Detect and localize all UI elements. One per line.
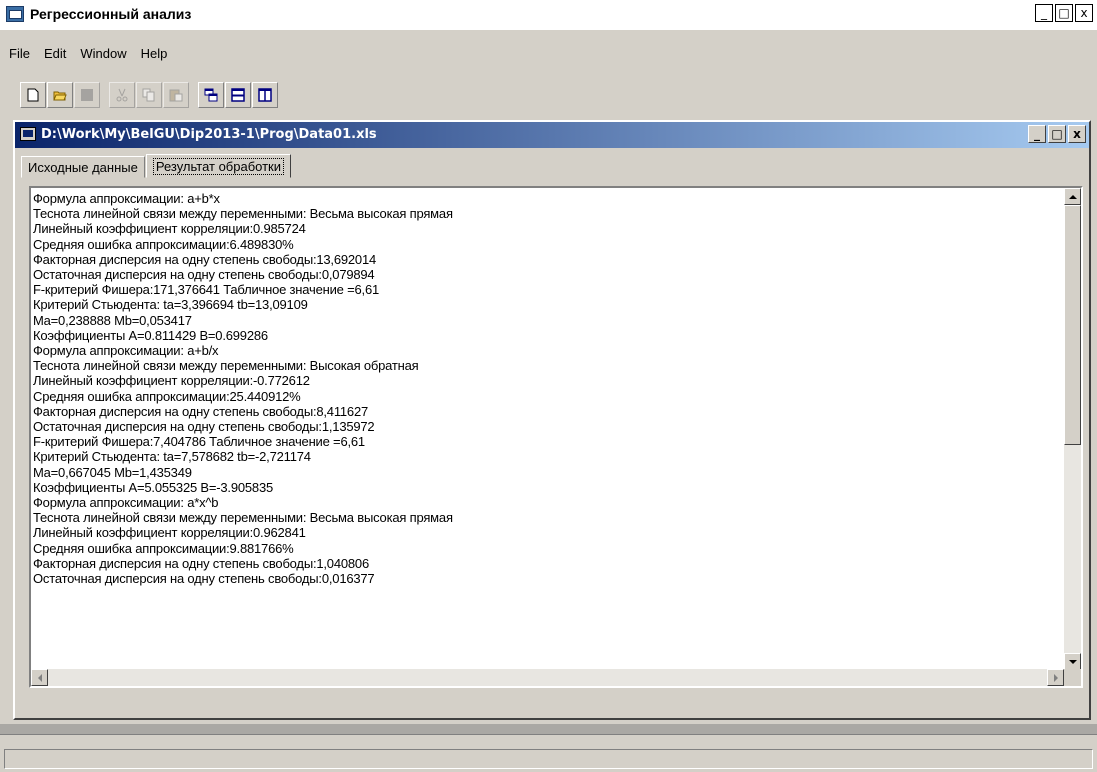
maximize-button[interactable]: □	[1055, 4, 1073, 22]
minimize-button[interactable]: _	[1035, 4, 1053, 22]
app-title-bar: Регрессионный анализ _ □ x	[0, 0, 1097, 30]
copy-button[interactable]	[136, 82, 162, 108]
open-folder-icon	[53, 91, 67, 101]
result-line: Теснота линейной связи между переменными…	[33, 206, 453, 222]
paste-button[interactable]	[163, 82, 189, 108]
document-close-button[interactable]: x	[1068, 125, 1086, 143]
copy-icon	[142, 88, 155, 102]
cut-icon	[116, 88, 128, 102]
result-line: Формула аппроксимации: a+b/x	[33, 343, 219, 359]
app-icon	[6, 6, 24, 22]
mdi-client-area	[0, 724, 1097, 734]
tile-horizontal-button[interactable]	[225, 82, 251, 108]
app-window-controls: _ □ x	[1035, 4, 1093, 22]
paste-icon	[169, 89, 183, 102]
result-line: Линейный коэффициент корреляции:0.985724	[33, 221, 306, 237]
result-line: Ma=0,238888 Mb=0,053417	[33, 312, 192, 328]
menu-edit[interactable]: Edit	[39, 44, 71, 66]
result-line: Коэффициенты A=0.811429 B=0.699286	[33, 327, 268, 343]
document-icon	[20, 127, 36, 141]
result-line: Коэффициенты A=5.055325 B=-3.905835	[33, 479, 274, 495]
result-line: Средняя ошибка аппроксимации:25.440912%	[33, 388, 301, 404]
arrow-down-icon	[1069, 660, 1077, 668]
menu-help[interactable]: Help	[136, 44, 173, 66]
scroll-up-button[interactable]	[1064, 188, 1081, 205]
result-line: Теснота линейной связи между переменными…	[33, 510, 453, 526]
results-text-area[interactable]: Формула аппроксимации: a+b*x Теснота лине…	[29, 186, 1083, 688]
result-line: Факторная дисперсия на одну степень своб…	[33, 251, 377, 267]
document-window-controls: _ □ x	[1028, 125, 1086, 143]
menu-file[interactable]: File	[4, 44, 35, 66]
document-maximize-button[interactable]: □	[1048, 125, 1066, 143]
document-window: D:\Work\My\BelGU\Dip2013-1\Prog\Data01.x…	[13, 120, 1091, 720]
result-line: Формула аппроксимации: a+b*x	[33, 191, 220, 206]
result-line: Остаточная дисперсия на одну степень сво…	[33, 571, 375, 587]
cascade-windows-icon	[204, 88, 218, 102]
arrow-up-icon	[1069, 191, 1077, 199]
menu-window[interactable]: Window	[75, 44, 131, 66]
save-button[interactable]	[74, 82, 100, 108]
toolbar	[20, 80, 279, 110]
result-line: Теснота линейной связи между переменными…	[33, 358, 419, 374]
arrow-left-icon	[34, 674, 42, 682]
tab-source-data[interactable]: Исходные данные	[21, 156, 145, 178]
tab-processing-result[interactable]: Результат обработки	[145, 154, 292, 178]
tab-processing-result-label: Результат обработки	[152, 158, 285, 175]
scroll-down-button[interactable]	[1064, 653, 1081, 670]
result-line: Средняя ошибка аппроксимации:9.881766%	[33, 540, 294, 556]
result-line: Средняя ошибка аппроксимации:6.489830%	[33, 236, 294, 252]
result-line: F-критерий Фишера:171,376641 Табличное з…	[33, 282, 380, 298]
menu-bar: File Edit Window Help	[0, 44, 1097, 66]
scroll-left-button[interactable]	[31, 669, 48, 686]
result-line: Линейный коэффициент корреляции:-0.77261…	[33, 373, 310, 389]
new-document-icon	[27, 88, 39, 102]
vertical-scrollbar[interactable]	[1064, 188, 1081, 670]
tab-strip: Исходные данные Результат обработки	[21, 154, 292, 178]
results-lines: Формула аппроксимации: a+b*x Теснота лине…	[33, 191, 1063, 586]
scroll-right-button[interactable]	[1047, 669, 1064, 686]
result-line: Факторная дисперсия на одну степень своб…	[33, 555, 369, 571]
cascade-button[interactable]	[198, 82, 224, 108]
result-line: Факторная дисперсия на одну степень своб…	[33, 403, 369, 419]
result-line: Линейный коэффициент корреляции:0.962841	[33, 525, 306, 541]
status-bar	[0, 734, 1097, 772]
tile-vertical-icon	[258, 88, 272, 102]
cut-button[interactable]	[109, 82, 135, 108]
result-line: Остаточная дисперсия на одну степень сво…	[33, 267, 375, 283]
tile-vertical-button[interactable]	[252, 82, 278, 108]
document-minimize-button[interactable]: _	[1028, 125, 1046, 143]
save-icon	[81, 89, 93, 101]
app-title: Регрессионный анализ	[30, 6, 192, 22]
new-button[interactable]	[20, 82, 46, 108]
vertical-scroll-thumb[interactable]	[1064, 205, 1081, 445]
open-button[interactable]	[47, 82, 73, 108]
arrow-right-icon	[1054, 674, 1062, 682]
result-line: Остаточная дисперсия на одну степень сво…	[33, 419, 375, 435]
document-title: D:\Work\My\BelGU\Dip2013-1\Prog\Data01.x…	[41, 127, 377, 142]
scrollbar-corner	[1064, 669, 1081, 686]
tile-horizontal-icon	[231, 88, 245, 102]
horizontal-scrollbar[interactable]	[31, 669, 1064, 686]
result-line: F-критерий Фишера:7,404786 Табличное зна…	[33, 434, 365, 450]
close-button[interactable]: x	[1075, 4, 1093, 22]
result-line: Ma=0,667045 Mb=1,435349	[33, 464, 192, 480]
result-line: Критерий Стьюдента: ta=3,396694 tb=13,09…	[33, 297, 308, 313]
result-line: Формула аппроксимации: a*x^b	[33, 495, 219, 511]
result-line: Критерий Стьюдента: ta=7,578682 tb=-2,72…	[33, 449, 311, 465]
status-panel	[4, 749, 1093, 769]
document-title-bar: D:\Work\My\BelGU\Dip2013-1\Prog\Data01.x…	[15, 122, 1089, 148]
